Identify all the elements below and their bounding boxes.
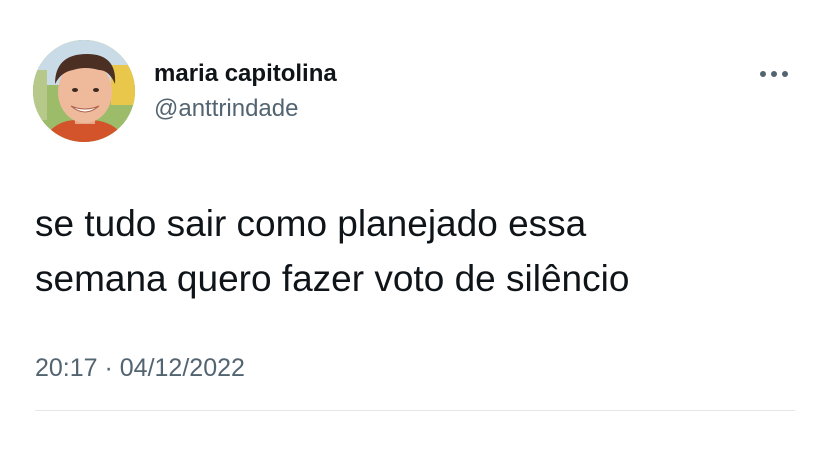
author-display-name[interactable]: maria capitolina [154,59,337,89]
avatar-photo [33,40,135,142]
tweet-card: maria capitolina @anttrindade se tudo sa… [0,0,828,453]
avatar[interactable] [33,40,135,142]
more-options-button[interactable] [752,60,796,88]
tweet-timestamp[interactable]: 20:17 · 04/12/2022 [35,352,245,384]
divider [35,410,795,411]
tweet-text: se tudo sair como planejado essa semana … [35,203,630,299]
author-handle[interactable]: @anttrindade [154,94,298,124]
more-horizontal-icon [760,71,788,77]
